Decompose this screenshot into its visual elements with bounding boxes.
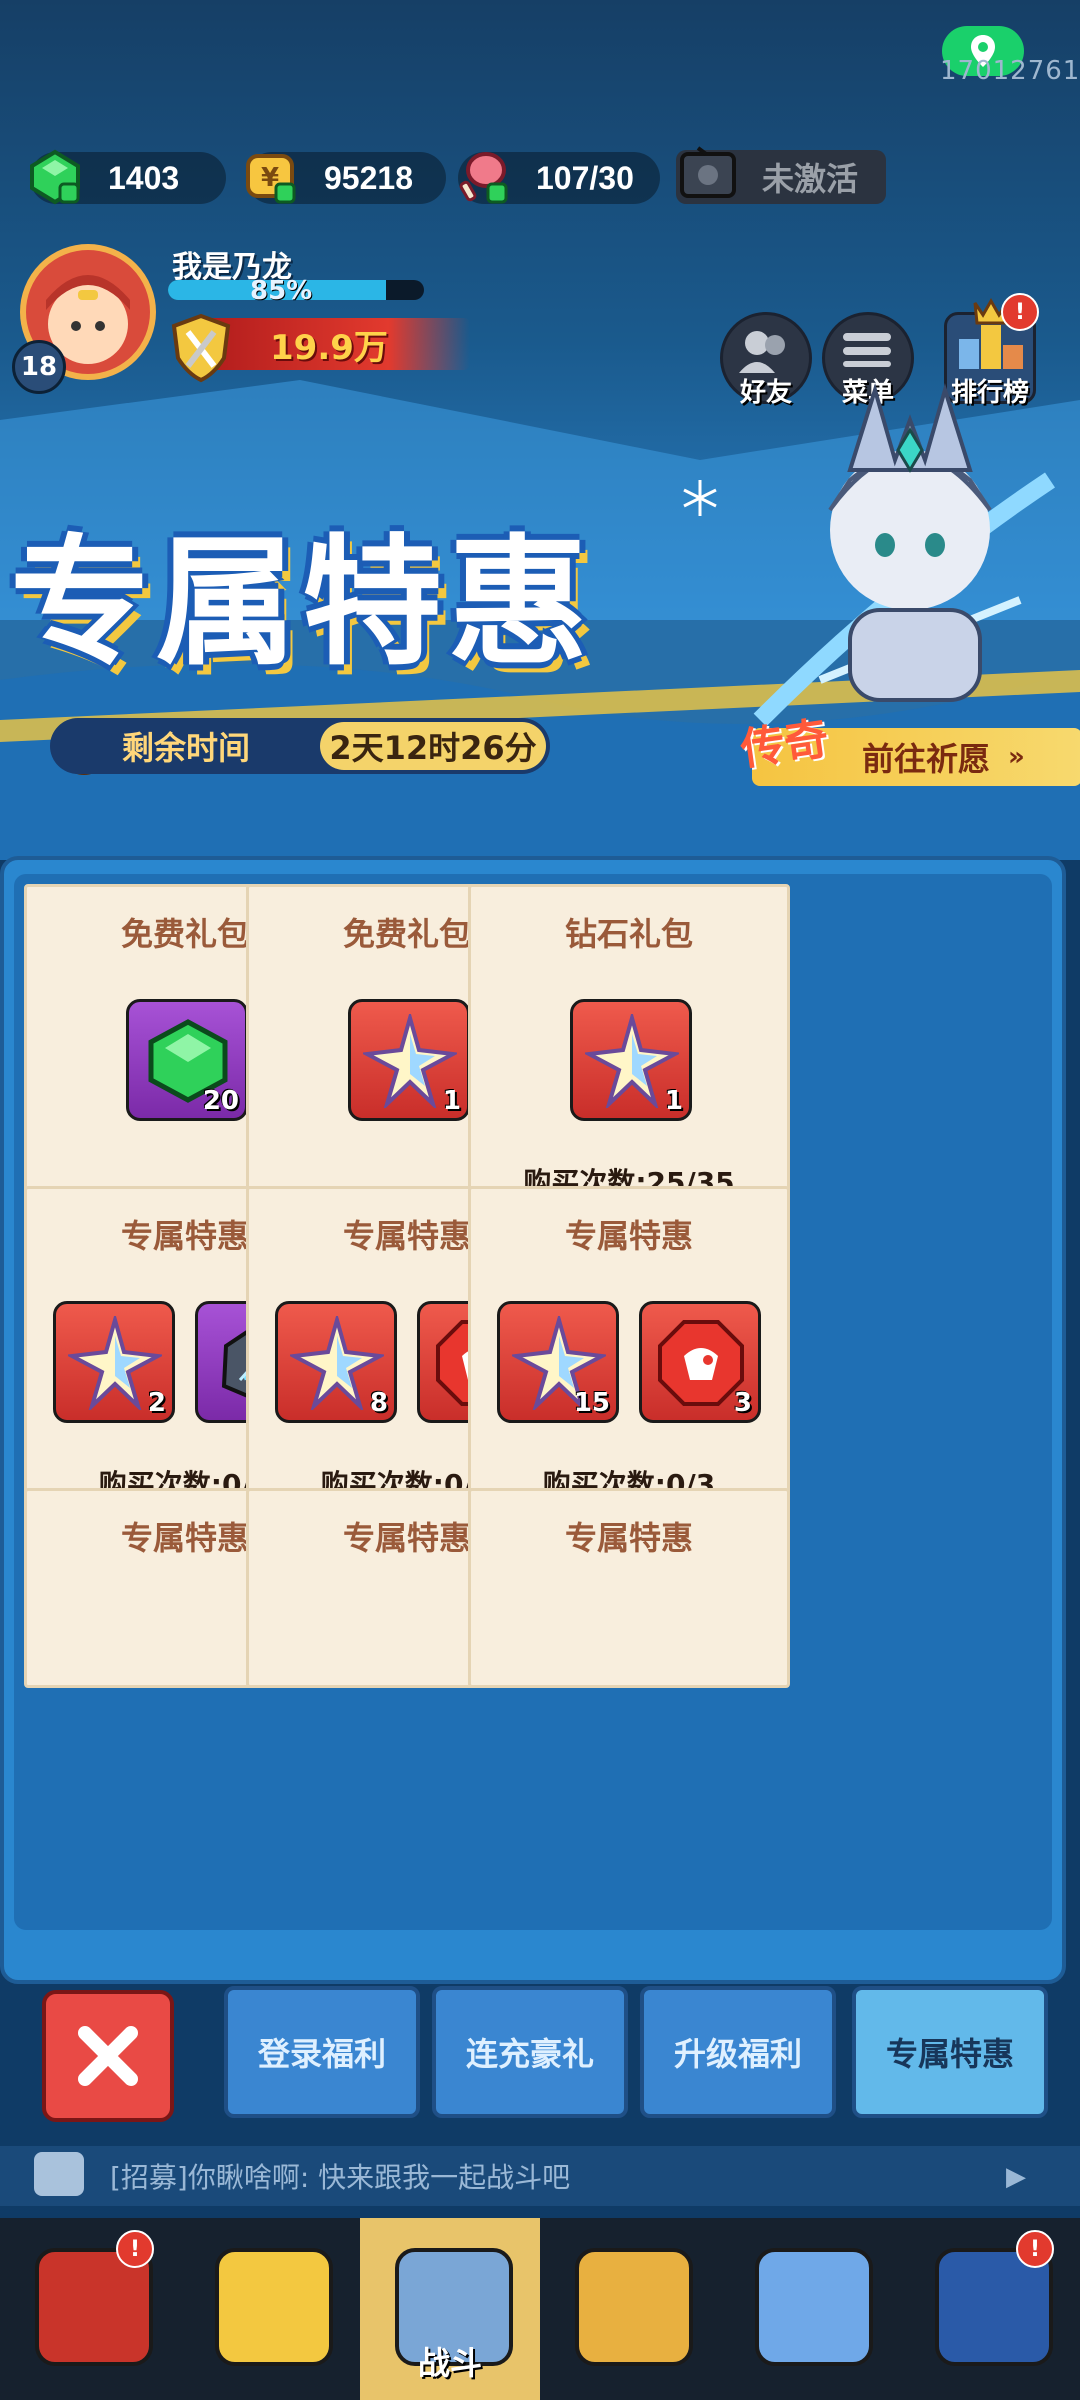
offer-grid: 免费礼包20免费礼包1钻石礼包1购买次数:25/35200专属特惠2100购买次…	[14, 874, 1052, 1930]
tab-level-rewards[interactable]: 升级福利	[640, 1986, 836, 2118]
nav-shop-stall[interactable]: !	[0, 2218, 180, 2400]
gem-count: 1403	[108, 159, 180, 196]
ice-elf-archer-icon	[753, 383, 1055, 727]
banner-title: 专属特惠	[10, 522, 595, 685]
meat-stamina-icon	[459, 152, 508, 204]
reward-quantity: 20	[202, 1086, 239, 1116]
gem-counter[interactable]: 1403	[30, 149, 226, 205]
close-icon	[78, 2026, 138, 2086]
chat-bar[interactable]: [招募]你瞅啥啊: 快来跟我一起战斗吧	[0, 2146, 1080, 2206]
offer-card[interactable]: 专属特惠	[468, 1488, 790, 1688]
reward-quantity: 15	[573, 1388, 610, 1418]
nav-label: 战斗	[417, 2344, 482, 2382]
reward-item[interactable]: 2	[53, 1301, 175, 1423]
gold-coin-icon: ¥	[246, 154, 296, 204]
nav-shield-emblem[interactable]: !	[900, 2218, 1080, 2400]
chat-bubble-icon	[34, 2152, 84, 2196]
double-chevron-right-icon: »	[1008, 742, 1025, 772]
nav-hero-king[interactable]	[180, 2218, 360, 2400]
stamina-counter[interactable]: 107/30	[458, 152, 660, 204]
inactive-label: 未激活	[762, 160, 859, 198]
offer-title: 专属特惠	[564, 1217, 693, 1255]
reward-quantity: 8	[369, 1388, 388, 1418]
reward-quantity: 3	[733, 1388, 752, 1418]
tv-icon	[680, 146, 736, 198]
coin-count: 95218	[324, 159, 413, 196]
inactive-card-button[interactable]: 未激活	[676, 146, 886, 204]
reward-item[interactable]: 3	[639, 1301, 761, 1423]
legendary-tag: 传奇	[737, 713, 832, 776]
tab-login-rewards[interactable]: 登录福利	[224, 1986, 420, 2118]
tab-exclusive-offers[interactable]: 专属特惠	[852, 1986, 1048, 2118]
close-button[interactable]	[42, 1990, 174, 2122]
reward-quantity: 1	[664, 1086, 683, 1116]
reward-item[interactable]: 8	[275, 1301, 397, 1423]
remaining-time: 剩余时间 2天12时26分	[50, 718, 550, 774]
location-id: 17012761	[940, 56, 1080, 86]
coin-counter[interactable]: ¥ 95218	[246, 152, 446, 204]
nav-castle[interactable]	[720, 2218, 900, 2400]
alert-badge: !	[116, 2230, 154, 2268]
exp-percent: 85%	[250, 276, 313, 306]
hero-king-icon	[215, 2248, 333, 2366]
offer-title: 钻石礼包	[564, 915, 693, 953]
chat-expand-icon[interactable]: ▶	[1006, 2162, 1026, 2192]
castle-icon	[755, 2248, 873, 2366]
offer-title: 专属特惠	[564, 1519, 693, 1557]
reward-item[interactable]: 15	[497, 1301, 619, 1423]
reward-item[interactable]: 1	[348, 999, 470, 1121]
chat-message: [招募]你瞅啥啊: 快来跟我一起战斗吧	[110, 2161, 571, 2194]
leaderboard-alert-badge: !	[1001, 293, 1039, 331]
tab-recharge-gifts[interactable]: 连充豪礼	[432, 1986, 628, 2118]
reward-item[interactable]: 20	[126, 999, 248, 1121]
green-gem-icon	[30, 149, 80, 205]
alert-badge: !	[1016, 2230, 1054, 2268]
goto-wish-label: 前往祈愿	[862, 740, 991, 778]
reward-quantity: 1	[442, 1086, 461, 1116]
nav-knight-helmet[interactable]	[540, 2218, 720, 2400]
reward-quantity: 2	[147, 1388, 166, 1418]
remaining-time-label: 剩余时间	[122, 729, 251, 767]
reward-item[interactable]: 1	[570, 999, 692, 1121]
remaining-time-value: 2天12时26分	[320, 722, 546, 770]
stamina-count: 107/30	[536, 159, 634, 196]
knight-helmet-icon	[575, 2248, 693, 2366]
nav-crossed-swords[interactable]: 战斗	[360, 2218, 540, 2400]
